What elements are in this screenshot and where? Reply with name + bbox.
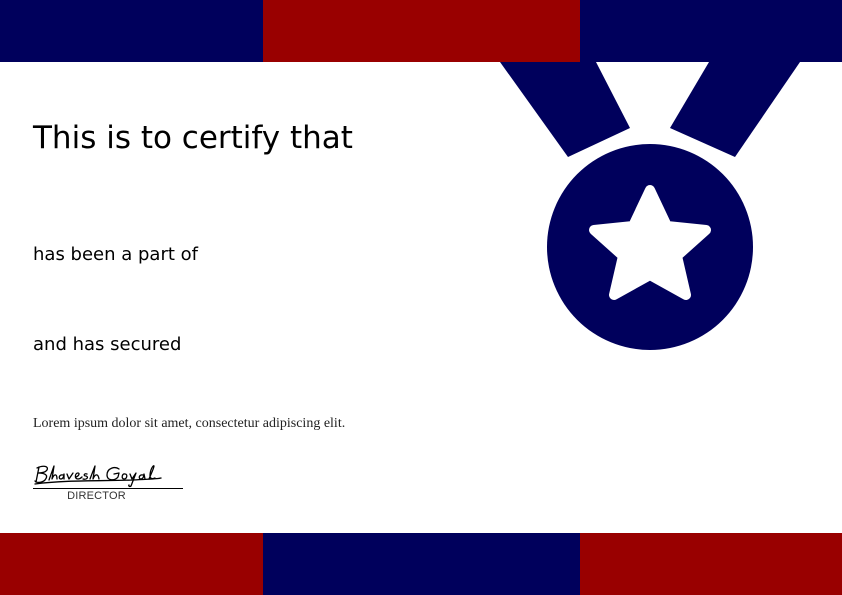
medal-star-icon: [500, 62, 800, 350]
certificate-description: Lorem ipsum dolor sit amet, consectetur …: [33, 416, 346, 431]
bottom-color-band: [0, 533, 842, 595]
bottom-band-red-right: [580, 533, 842, 595]
participation-line: has been a part of: [33, 244, 198, 265]
handwritten-signature: [34, 465, 162, 488]
top-band-navy-left: [0, 0, 263, 62]
signature-block: DIRECTOR: [33, 460, 183, 504]
top-band-navy-right: [580, 0, 842, 62]
top-color-band: [0, 0, 842, 62]
certificate-heading: This is to certify that: [33, 120, 353, 156]
top-band-red-center: [263, 0, 580, 62]
certificate: This is to certify that has been a part …: [0, 0, 842, 595]
bottom-band-navy-center: [263, 533, 580, 595]
achievement-line: and has secured: [33, 334, 182, 355]
signatory-title: DIRECTOR: [67, 490, 126, 502]
bottom-band-red-left: [0, 533, 263, 595]
